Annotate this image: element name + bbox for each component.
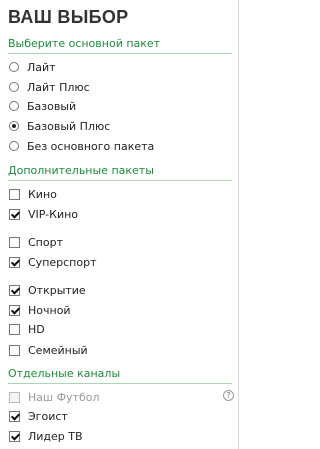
checkbox-label: VIP-Кино — [28, 207, 79, 221]
checkbox-label: Эгоист — [28, 409, 68, 423]
checkbox-disabled[interactable] — [9, 391, 20, 403]
checkbox-label: Открытие — [28, 283, 86, 297]
radio-button[interactable] — [9, 101, 19, 111]
checkbox-checked[interactable] — [9, 208, 20, 220]
radio-label: Лайт Плюс — [27, 80, 90, 94]
checkbox-hd[interactable]: HD — [9, 322, 234, 336]
checkbox-label: Лидер ТВ — [28, 429, 83, 443]
choice-panel: ВАШ ВЫБОР Выберите основной пакет Лайт Л… — [0, 0, 239, 449]
checkbox-nochnoi[interactable]: Ночной — [9, 303, 234, 317]
checkbox[interactable] — [9, 344, 20, 356]
checkbox-checked[interactable] — [9, 284, 20, 296]
radio-button[interactable] — [9, 141, 19, 151]
radio-button[interactable] — [9, 82, 19, 92]
radio-label: Базовый — [27, 99, 77, 113]
radio-button-selected[interactable] — [9, 121, 19, 131]
radio-option-bazovyi[interactable]: Базовый — [9, 99, 234, 113]
checkbox-kino[interactable]: Кино — [9, 187, 234, 201]
checkbox-checked[interactable] — [9, 256, 20, 268]
radio-label: Без основного пакета — [27, 139, 155, 153]
checkbox[interactable] — [9, 236, 20, 248]
checkbox-label: Суперспорт — [28, 255, 97, 269]
checkbox-lider-tv[interactable]: Лидер ТВ — [9, 429, 234, 443]
checkbox-label: Ночной — [28, 303, 71, 317]
panel-title: ВАШ ВЫБОР — [8, 7, 129, 27]
radio-option-lait-plus[interactable]: Лайт Плюс — [9, 80, 234, 94]
radio-label: Базовый Плюс — [27, 119, 111, 133]
checkbox[interactable] — [9, 188, 20, 200]
checkbox-sport[interactable]: Спорт — [9, 235, 234, 249]
checkbox-label: Спорт — [28, 235, 63, 249]
checkbox-otkrytie[interactable]: Открытие — [9, 283, 234, 297]
checkbox-label: Кино — [28, 187, 57, 201]
checkbox-label: Семейный — [28, 343, 88, 357]
checkbox-supersport[interactable]: Суперспорт — [9, 255, 234, 269]
checkbox-nash-futbol[interactable]: Наш Футбол ? — [9, 390, 234, 404]
help-icon[interactable]: ? — [223, 390, 234, 401]
checkbox-semeinyi[interactable]: Семейный — [9, 343, 234, 357]
radio-option-lait[interactable]: Лайт — [9, 60, 234, 74]
radio-label: Лайт — [27, 60, 56, 74]
checkbox-label: Наш Футбол — [28, 390, 100, 404]
section-base-packages: Выберите основной пакет — [8, 37, 232, 54]
checkbox[interactable] — [9, 323, 20, 335]
checkbox-label: HD — [28, 322, 45, 336]
checkbox-egoist[interactable]: Эгоист — [9, 409, 234, 423]
checkbox-checked[interactable] — [9, 304, 20, 316]
checkbox-checked[interactable] — [9, 410, 20, 422]
radio-button[interactable] — [9, 62, 19, 72]
checkbox-checked[interactable] — [9, 430, 20, 442]
section-extra-packages: Дополнительные пакеты — [8, 164, 232, 181]
section-channels: Отдельные каналы — [8, 367, 232, 384]
checkbox-vip-kino[interactable]: VIP-Кино — [9, 207, 234, 221]
radio-option-bazovyi-plus[interactable]: Базовый Плюс — [9, 119, 234, 133]
radio-option-no-base[interactable]: Без основного пакета — [9, 139, 234, 153]
